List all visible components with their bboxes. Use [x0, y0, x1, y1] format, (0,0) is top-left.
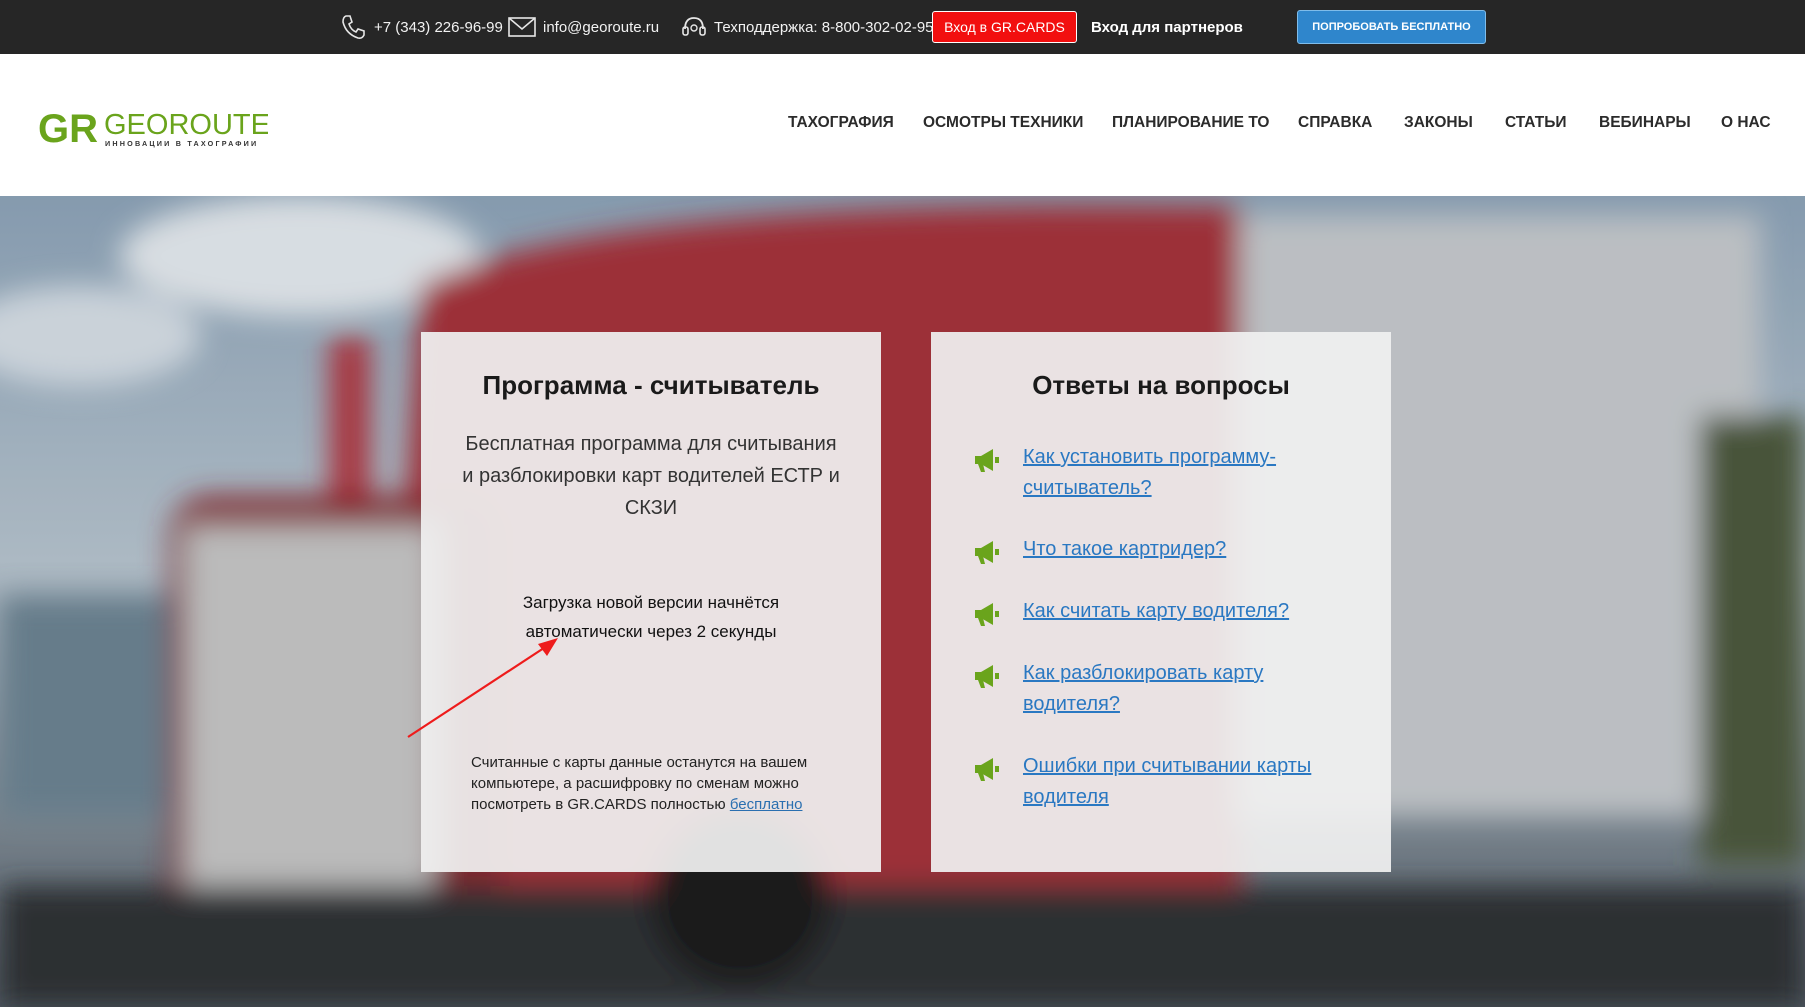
- grcards-login-button[interactable]: Вход в GR.CARDS: [932, 11, 1077, 43]
- phone-contact[interactable]: +7 (343) 226-96-99: [338, 0, 503, 54]
- nav-item-webinars[interactable]: ВЕБИНАРЫ: [1599, 114, 1691, 132]
- top-bar: +7 (343) 226-96-99 info@georoute.ru Техп…: [0, 0, 1805, 54]
- email-contact[interactable]: info@georoute.ru: [507, 0, 659, 54]
- faq-link-install[interactable]: Как установить программу-считыватель?: [1023, 442, 1333, 504]
- main-nav: ТАХОГРАФИЯ ОСМОТРЫ ТЕХНИКИ ПЛАНИРОВАНИЕ …: [0, 54, 1805, 196]
- nav-item-about[interactable]: О НАС: [1721, 114, 1771, 132]
- faq-card: Ответы на вопросы Как установить програм…: [931, 332, 1391, 872]
- nav-item-tachography[interactable]: ТАХОГРАФИЯ: [788, 114, 894, 132]
- free-link[interactable]: бесплатно: [730, 796, 803, 813]
- megaphone-icon: [975, 541, 999, 564]
- try-free-button[interactable]: ПОПРОБОВАТЬ БЕСПЛАТНО: [1297, 10, 1486, 44]
- phone-icon: [342, 15, 365, 39]
- faq-link-errors[interactable]: Ошибки при считывании карты водителя: [1023, 751, 1333, 813]
- faq-link-unlock-card[interactable]: Как разблокировать карту водителя?: [1023, 658, 1333, 720]
- faq-item: Как считать карту водителя?: [973, 596, 1353, 633]
- faq-title: Ответы на вопросы: [1032, 370, 1290, 400]
- faq-item: Как разблокировать карту водителя?: [973, 658, 1353, 720]
- faq-item: Что такое картридер?: [973, 534, 1353, 571]
- email-address: info@georoute.ru: [543, 18, 660, 36]
- reader-program-card: Программа - считыватель Бесплатная прогр…: [421, 332, 881, 872]
- support-contact[interactable]: Техподдержка: 8-800-302-02-95: [680, 0, 934, 54]
- nav-item-inspections[interactable]: ОСМОТРЫ ТЕХНИКИ: [923, 114, 1083, 132]
- support-phone: Техподдержка: 8-800-302-02-95: [714, 18, 934, 36]
- nav-item-maintenance[interactable]: ПЛАНИРОВАНИЕ ТО: [1112, 114, 1269, 132]
- faq-item: Как установить программу-считыватель?: [973, 442, 1353, 504]
- phone-number: +7 (343) 226-96-99: [374, 18, 503, 36]
- nav-item-help[interactable]: СПРАВКА: [1298, 114, 1372, 132]
- faq-link-cardreader[interactable]: Что такое картридер?: [1023, 534, 1333, 571]
- reader-program-description: Бесплатная программа для считывания и ра…: [462, 433, 840, 519]
- nav-item-laws[interactable]: ЗАКОНЫ: [1404, 114, 1473, 132]
- faq-link-read-card[interactable]: Как считать карту водителя?: [1023, 596, 1333, 633]
- nav-item-articles[interactable]: СТАТЬИ: [1505, 114, 1566, 132]
- red-arrow-annotation: [407, 638, 558, 738]
- reader-program-footer: Считанные с карты данные останутся на ва…: [471, 752, 851, 815]
- megaphone-icon: [975, 603, 999, 626]
- megaphone-icon: [975, 449, 999, 472]
- faq-item: Ошибки при считывании карты водителя: [973, 751, 1353, 813]
- mail-icon: [508, 17, 536, 37]
- reader-program-title: Программа - считыватель: [482, 370, 820, 400]
- megaphone-icon: [975, 665, 999, 688]
- truck-background-image: [0, 196, 1805, 1007]
- headset-icon: [682, 17, 706, 36]
- partners-login-link[interactable]: Вход для партнеров: [1091, 0, 1243, 54]
- megaphone-icon: [975, 758, 999, 781]
- hero-section: Программа - считыватель Бесплатная прогр…: [0, 196, 1805, 1007]
